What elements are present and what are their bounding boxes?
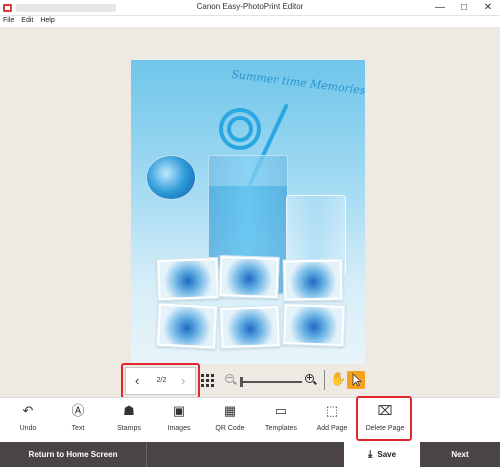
maximize-button[interactable]: □ <box>452 0 476 16</box>
page-layout-grid-icon[interactable] <box>201 374 215 388</box>
cursor-arrow-icon <box>352 373 363 387</box>
menu-bar: File Edit Help <box>0 16 500 27</box>
save-download-icon: ⤓ <box>367 449 373 460</box>
return-to-home-button[interactable]: Return to Home Screen <box>0 442 147 467</box>
template-icon: ▭ <box>274 403 288 418</box>
menu-file[interactable]: File <box>3 16 14 27</box>
zoom-slider-thumb[interactable] <box>240 377 243 387</box>
menu-edit[interactable]: Edit <box>21 16 33 27</box>
save-button[interactable]: ⤓ Save <box>344 442 420 467</box>
menu-help[interactable]: Help <box>40 16 54 27</box>
stamps-button[interactable]: ☗ Stamps <box>104 398 154 443</box>
add-page-label: Add Page <box>316 425 348 432</box>
qr-code-label: QR Code <box>215 425 245 432</box>
photo-frame[interactable] <box>218 254 280 300</box>
page-indicator: 2/2 <box>156 377 167 384</box>
image-icon: ▣ <box>172 403 186 418</box>
text-button[interactable]: Ⓐ Text <box>53 398 103 443</box>
stamp-icon: ☗ <box>123 403 135 418</box>
next-page-button[interactable]: › <box>181 374 185 388</box>
close-button[interactable]: ✕ <box>476 0 500 16</box>
delete-page-label: Delete Page <box>365 425 405 432</box>
qr-code-icon: ▦ <box>223 403 237 418</box>
photo-frame[interactable] <box>156 256 220 302</box>
stamps-label: Stamps <box>117 425 141 432</box>
zoom-slider[interactable] <box>240 377 302 387</box>
select-tool-button[interactable] <box>347 371 365 389</box>
text-icon: Ⓐ <box>71 403 85 418</box>
photo-frame[interactable] <box>282 258 344 302</box>
window-title: Canon Easy-PhotoPrint Editor <box>196 2 304 11</box>
add-page-button[interactable]: ⬚ Add Page <box>307 398 357 443</box>
templates-label: Templates <box>265 425 297 432</box>
text-label: Text <box>71 425 85 432</box>
delete-page-button[interactable]: ⌧ Delete Page <box>360 398 410 443</box>
images-label: Images <box>167 425 191 432</box>
title-bar: Canon Easy-PhotoPrint Editor — □ ✕ <box>0 0 500 16</box>
bottom-action-bar: Return to Home Screen ⤓ Save Next <box>0 442 500 467</box>
templates-button[interactable]: ▭ Templates <box>256 398 306 443</box>
straw-curl-inner-image <box>227 116 253 142</box>
divider <box>324 370 325 390</box>
minimize-button[interactable]: — <box>428 0 452 16</box>
next-button[interactable]: Next <box>420 442 500 467</box>
images-button[interactable]: ▣ Images <box>154 398 204 443</box>
hand-tool-icon[interactable]: ✋ <box>330 372 346 386</box>
page-navigator: ‹ 2/2 › <box>125 367 196 395</box>
glass-orb-image <box>146 155 196 200</box>
qr-code-button[interactable]: ▦ QR Code <box>205 398 255 443</box>
page-caption[interactable]: Summer time Memories <box>231 68 365 97</box>
photo-frame[interactable] <box>219 304 281 350</box>
undo-button[interactable]: ↶ Undo <box>3 398 53 443</box>
zoom-out-icon[interactable] <box>225 374 237 386</box>
photo-frame[interactable] <box>282 302 346 348</box>
undo-icon: ↶ <box>22 403 34 418</box>
add-page-icon: ⬚ <box>325 403 339 418</box>
undo-label: Undo <box>19 425 37 432</box>
zoom-in-icon[interactable] <box>305 374 317 386</box>
page-preview[interactable]: Summer time Memories <box>131 60 365 364</box>
edit-toolbar: ↶ Undo Ⓐ Text ☗ Stamps ▣ Images ▦ QR Cod… <box>0 397 500 442</box>
photo-frame[interactable] <box>155 302 219 350</box>
delete-page-icon: ⌧ <box>377 403 393 418</box>
save-label: Save <box>377 450 397 459</box>
